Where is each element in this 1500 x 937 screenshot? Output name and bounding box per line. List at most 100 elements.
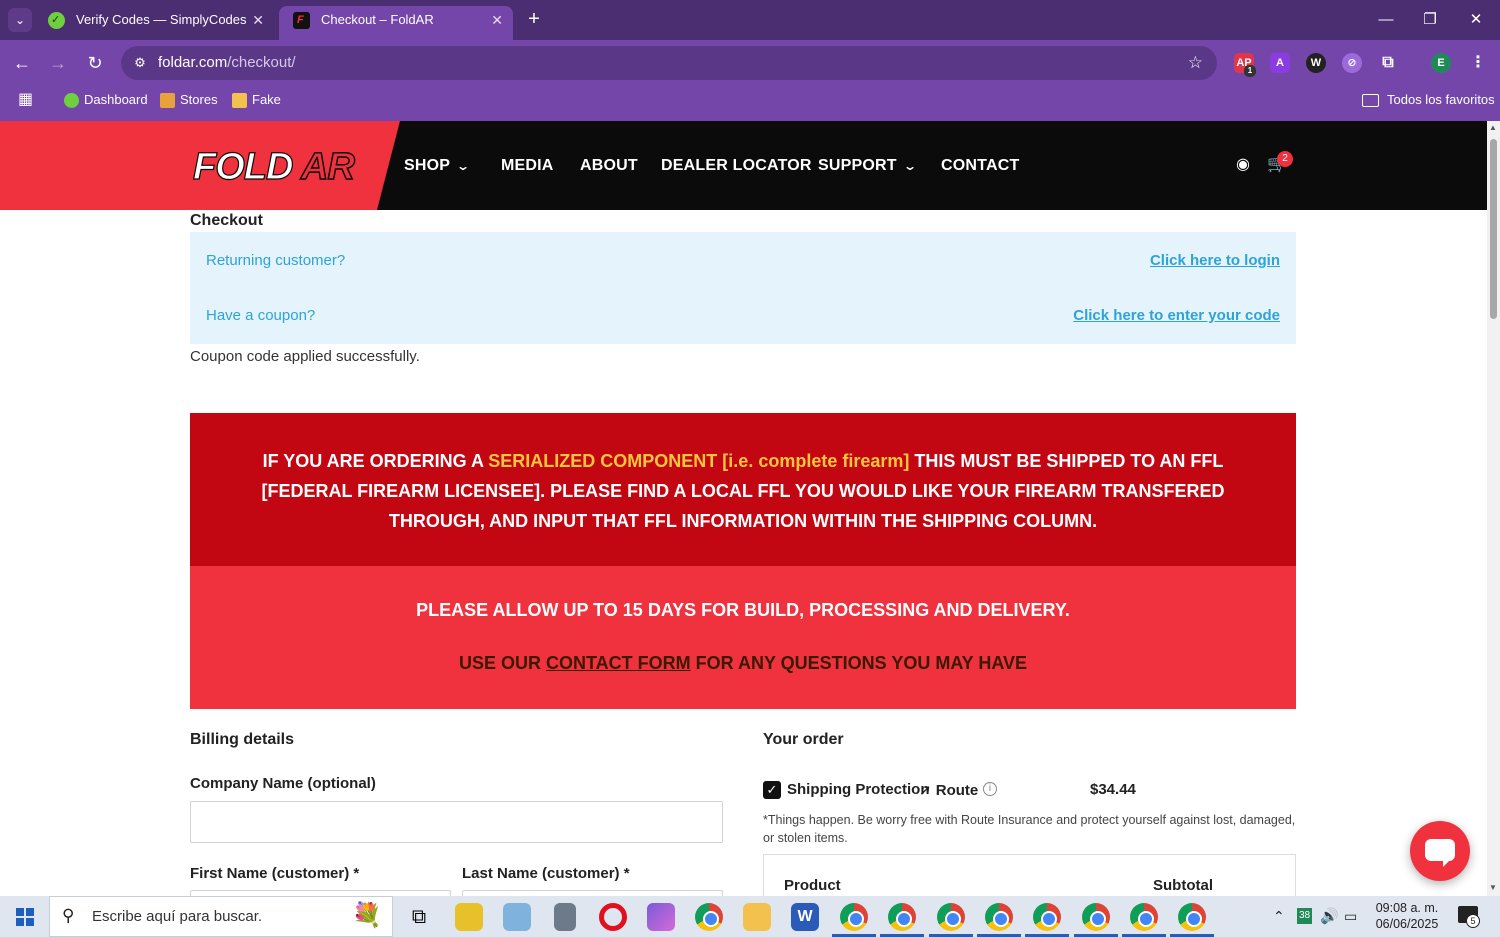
new-tab-plus-icon[interactable]: + — [523, 8, 545, 32]
restore-window-icon[interactable]: ❐ — [1418, 8, 1442, 32]
foldar-favicon-icon — [293, 6, 310, 34]
tab-search-dropdown-icon[interactable]: ⌄ — [8, 8, 32, 32]
tab-close-icon[interactable]: ✕ — [491, 6, 503, 34]
extensions-puzzle-icon[interactable]: ⧉ — [1378, 53, 1398, 73]
taskbar-search-box[interactable]: ⚲ Escribe aquí para buscar. 💐 — [49, 896, 393, 937]
tab-close-icon[interactable]: ✕ — [252, 6, 264, 34]
back-arrow-icon[interactable]: ← — [10, 50, 34, 76]
company-name-label: Company Name (optional) — [190, 775, 376, 792]
chrome-profile-2-icon[interactable] — [880, 903, 924, 937]
volume-icon[interactable]: 🔊 — [1320, 896, 1339, 937]
bookmark-dashboard[interactable]: Dashboard — [64, 86, 148, 114]
minimize-icon[interactable]: — — [1374, 8, 1398, 32]
close-window-icon[interactable]: ✕ — [1464, 8, 1488, 32]
scroll-up-arrow-icon[interactable]: ▲ — [1489, 123, 1497, 132]
nav-shop[interactable]: SHOP ⌄ — [404, 121, 471, 210]
apps-grid-icon[interactable]: ▦ — [18, 86, 33, 114]
app-feather-icon[interactable] — [647, 903, 675, 931]
file-explorer-icon[interactable] — [743, 903, 771, 931]
contact-form-link[interactable]: CONTACT FORM — [546, 653, 691, 673]
returning-customer-text: Returning customer? — [206, 252, 346, 269]
route-logo: ➚ Route — [919, 782, 979, 799]
coupon-question-text: Have a coupon? — [206, 307, 316, 324]
forward-arrow-icon[interactable]: → — [46, 50, 70, 76]
browser-menu-icon[interactable]: ⋮ — [1468, 53, 1488, 73]
tab-title: Verify Codes — SimplyCodes — [76, 12, 247, 27]
coupon-success-message: Coupon code applied successfully. — [190, 348, 420, 365]
tab-foldar-checkout[interactable]: Checkout – FoldAR ✕ — [279, 6, 513, 40]
bookmark-star-icon[interactable]: ☆ — [1188, 46, 1203, 80]
profile-avatar[interactable]: E — [1431, 53, 1451, 73]
chrome-icon[interactable] — [695, 903, 723, 931]
windows-start-icon[interactable] — [16, 908, 34, 926]
site-info-icon[interactable]: ⚙ — [131, 54, 149, 72]
app-bin-icon[interactable] — [554, 903, 576, 931]
tray-app-badge[interactable]: 38 — [1297, 908, 1313, 924]
task-view-icon[interactable]: ⧉ — [405, 903, 433, 931]
word-icon[interactable]: W — [791, 903, 819, 931]
tab-simplycodes[interactable]: Verify Codes — SimplyCodes ✕ — [34, 6, 274, 40]
chevron-down-icon: ⌄ — [456, 159, 471, 173]
extension-link-icon[interactable]: ⊘ — [1342, 53, 1362, 73]
chrome-profile-8-icon[interactable] — [1170, 903, 1214, 937]
chrome-profile-7-icon[interactable] — [1122, 903, 1166, 937]
checkout-notices: Returning customer? Click here to login … — [190, 232, 1296, 344]
login-link[interactable]: Click here to login — [1150, 252, 1280, 269]
bookmark-stores[interactable]: Stores — [160, 86, 218, 114]
opera-icon[interactable] — [599, 903, 627, 931]
svg-text:FOLD: FOLD — [193, 146, 293, 187]
nav-about[interactable]: ABOUT — [580, 121, 638, 210]
address-bar[interactable]: ⚙ foldar.com/checkout/ ☆ — [121, 46, 1217, 80]
windows-taskbar: ⚲ Escribe aquí para buscar. 💐 ⧉ W ⌃ 38 🔊… — [0, 896, 1500, 937]
taskbar-clock[interactable]: 09:08 a. m. 06/06/2025 — [1368, 900, 1446, 932]
bookmark-fake[interactable]: Fake — [232, 86, 281, 114]
pdf-app-icon[interactable] — [455, 903, 483, 931]
nav-media[interactable]: MEDIA — [501, 121, 554, 210]
billing-heading: Billing details — [190, 731, 295, 748]
shipping-protection-checkbox[interactable]: ✓ — [763, 781, 781, 799]
chat-launcher-button[interactable] — [1410, 821, 1470, 881]
url-text[interactable]: foldar.com/checkout/ — [158, 46, 296, 80]
chrome-profile-6-icon[interactable] — [1074, 903, 1118, 937]
tray-expand-icon[interactable]: ⌃ — [1273, 896, 1285, 937]
chrome-profile-5-icon[interactable] — [1025, 903, 1069, 937]
company-name-input[interactable] — [190, 801, 723, 843]
chrome-profile-3-icon[interactable] — [929, 903, 973, 937]
order-review-table: Product Subtotal — [763, 854, 1296, 896]
scrollbar-thumb[interactable] — [1490, 139, 1497, 319]
dashboard-favicon-icon — [64, 93, 79, 108]
fake-favicon-icon — [232, 93, 247, 108]
chevron-down-icon: ⌄ — [902, 159, 918, 173]
svg-text:AR: AR — [300, 146, 355, 187]
nav-support[interactable]: SUPPORT ⌄ — [818, 121, 918, 210]
route-arrow-icon: ➚ — [919, 782, 932, 799]
app-blue-icon[interactable] — [503, 903, 531, 931]
reload-icon[interactable]: ↻ — [83, 50, 107, 76]
account-icon[interactable]: ◉ — [1233, 155, 1253, 175]
all-favorites-folder[interactable]: Todos los favoritos — [1362, 86, 1495, 114]
network-icon[interactable]: ▭ — [1344, 896, 1357, 937]
foldar-logo[interactable]: FOLD AR — [191, 143, 377, 187]
last-name-label: Last Name (customer) * — [462, 865, 630, 882]
enter-coupon-link[interactable]: Click here to enter your code — [1073, 307, 1280, 324]
first-name-label: First Name (customer) * — [190, 865, 360, 882]
contact-form-text: USE OUR CONTACT FORM FOR ANY QUESTIONS Y… — [458, 653, 1028, 673]
chrome-profile-4-icon[interactable] — [977, 903, 1021, 937]
search-icon: ⚲ — [62, 906, 75, 925]
chrome-profile-1-icon[interactable] — [832, 903, 876, 937]
info-icon[interactable]: i — [983, 782, 997, 796]
flowers-icon: 💐 — [352, 902, 382, 929]
delivery-time-text: PLEASE ALLOW UP TO 15 DAYS FOR BUILD, PR… — [416, 600, 1070, 620]
clock-time: 09:08 a. m. — [1375, 901, 1439, 915]
product-column-header: Product — [784, 877, 841, 894]
page-scrollbar[interactable]: ▲ ▼ — [1487, 121, 1500, 896]
stores-favicon-icon — [160, 93, 175, 108]
browser-toolbar: ← → ↻ ⚙ foldar.com/checkout/ ☆ AP 1 A W … — [0, 40, 1500, 86]
nav-contact[interactable]: CONTACT — [941, 121, 1019, 210]
extension-a-icon[interactable]: A — [1270, 53, 1290, 73]
scroll-down-arrow-icon[interactable]: ▼ — [1489, 883, 1497, 892]
subtotal-column-header: Subtotal — [1153, 877, 1213, 894]
nav-dealer-locator[interactable]: DEALER LOCATOR — [661, 121, 812, 210]
clock-date: 06/06/2025 — [1375, 917, 1439, 931]
extension-w-icon[interactable]: W — [1306, 53, 1326, 73]
